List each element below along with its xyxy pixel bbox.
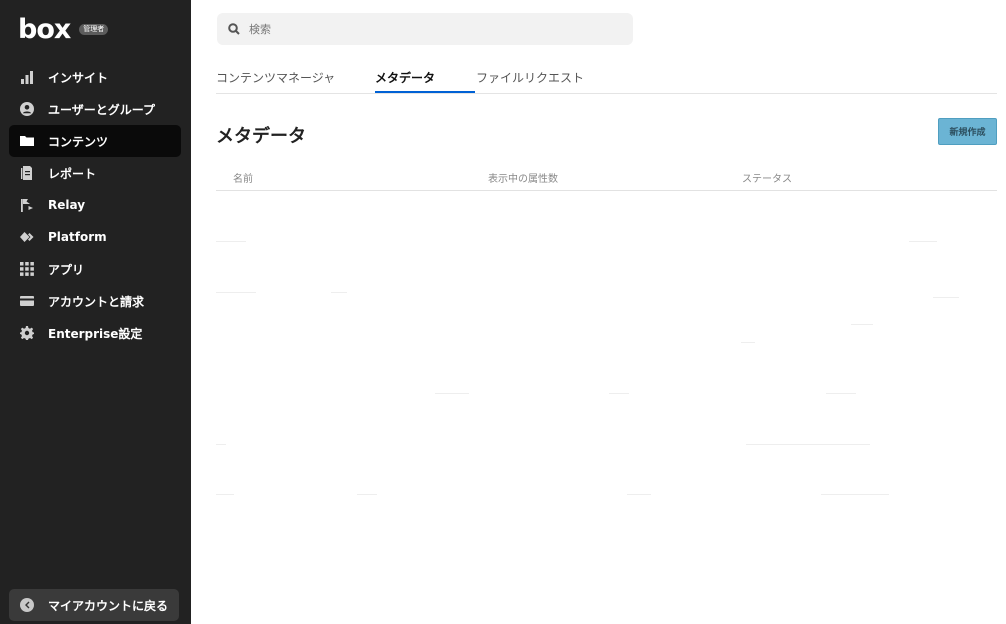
sidebar-item-label: ユーザーとグループ (48, 102, 156, 117)
column-header-attribute-count[interactable]: 表示中の属性数 (488, 170, 558, 185)
search-input[interactable] (249, 22, 609, 36)
loading-skeleton (826, 393, 856, 394)
sidebar-item-label: コンテンツ (48, 134, 109, 149)
tab-file-request[interactable]: ファイルリクエスト (476, 69, 584, 93)
apps-grid-icon (20, 262, 34, 276)
loading-skeleton (746, 444, 870, 445)
back-button-label: マイアカウントに戻る (48, 598, 169, 613)
sidebar-item-platform[interactable]: Platform (0, 221, 191, 253)
sidebar-item-insights[interactable]: インサイト (0, 61, 191, 93)
sidebar-item-label: Enterprise設定 (48, 326, 143, 341)
main-content: コンテンツマネージャ メタデータ ファイルリクエスト メタデータ 新規作成 名前… (191, 0, 1006, 624)
sidebar-nav: インサイト ユーザーとグループ コンテンツ レポート Relay Platfor… (0, 61, 191, 349)
sidebar-item-account-billing[interactable]: アカウントと請求 (0, 285, 191, 317)
loading-skeleton (331, 292, 347, 293)
report-icon (20, 166, 34, 180)
sidebar-item-label: Relay (48, 198, 86, 212)
relay-icon (20, 198, 34, 212)
loading-skeleton (741, 342, 755, 343)
user-icon (20, 102, 34, 116)
column-header-status[interactable]: ステータス (742, 170, 792, 185)
chevron-left-icon (20, 598, 34, 612)
loading-skeleton (909, 241, 937, 242)
bar-chart-icon (20, 70, 34, 84)
box-logo[interactable]: box (18, 16, 71, 43)
sidebar: box 管理者 インサイト ユーザーとグループ コンテンツ レポート Relay… (0, 0, 191, 624)
folder-icon (20, 134, 34, 148)
back-to-my-account-button[interactable]: マイアカウントに戻る (9, 589, 179, 621)
loading-skeleton (627, 494, 651, 495)
loading-skeleton (216, 444, 226, 445)
loading-skeleton (357, 494, 377, 495)
column-header-name[interactable]: 名前 (233, 170, 253, 185)
sidebar-item-relay[interactable]: Relay (0, 189, 191, 221)
loading-skeleton (216, 292, 256, 293)
table-header: 名前 表示中の属性数 ステータス (216, 162, 997, 191)
loading-skeleton (933, 297, 959, 298)
loading-skeleton (851, 324, 873, 325)
sidebar-item-label: アプリ (48, 262, 85, 277)
create-new-button[interactable]: 新規作成 (938, 118, 997, 145)
loading-skeleton (609, 393, 629, 394)
search-bar[interactable] (217, 13, 633, 45)
sidebar-item-label: Platform (48, 230, 107, 244)
loading-skeleton (435, 393, 469, 394)
loading-skeleton (216, 494, 234, 495)
sidebar-item-enterprise-settings[interactable]: Enterprise設定 (0, 317, 191, 349)
sidebar-item-label: アカウントと請求 (48, 294, 145, 309)
loading-skeleton (821, 494, 889, 495)
search-icon (228, 23, 240, 35)
sidebar-item-content[interactable]: コンテンツ (9, 125, 181, 157)
admin-badge: 管理者 (79, 23, 109, 35)
loading-skeleton (216, 241, 246, 242)
card-icon (20, 294, 34, 308)
app-window: box 管理者 インサイト ユーザーとグループ コンテンツ レポート Relay… (0, 0, 1006, 624)
brand: box 管理者 (18, 14, 109, 44)
sidebar-item-label: レポート (48, 166, 97, 181)
gear-icon (20, 326, 34, 340)
tab-bar: コンテンツマネージャ メタデータ ファイルリクエスト (216, 61, 997, 94)
platform-icon (20, 230, 34, 244)
sidebar-item-users-groups[interactable]: ユーザーとグループ (0, 93, 191, 125)
sidebar-item-label: インサイト (48, 70, 109, 85)
tab-metadata[interactable]: メタデータ (375, 69, 475, 93)
page-title: メタデータ (216, 126, 306, 147)
sidebar-item-reports[interactable]: レポート (0, 157, 191, 189)
sidebar-item-apps[interactable]: アプリ (0, 253, 191, 285)
tab-content-manager[interactable]: コンテンツマネージャ (216, 69, 335, 93)
